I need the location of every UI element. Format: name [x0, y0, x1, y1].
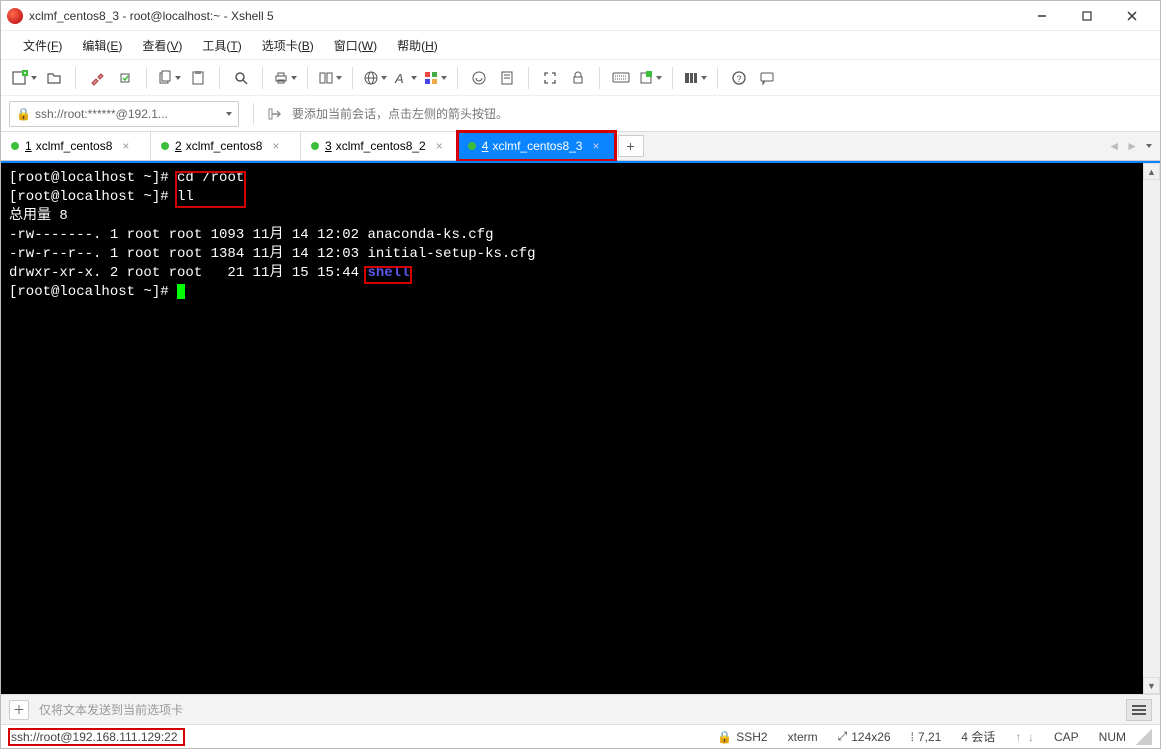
menu-编辑[interactable]: 编辑(E) [72, 33, 132, 58]
layout-button[interactable] [681, 65, 709, 91]
tab-number: 2 [175, 139, 182, 153]
statusbar: ssh://root@192.168.111.129:22 🔒SSH2 xter… [1, 724, 1160, 748]
address-bar-row: 🔒 ssh://root:******@192.1... 要添加当前会话，点击左… [1, 95, 1160, 131]
properties-button[interactable] [84, 65, 110, 91]
status-size: ⤢124x26 [828, 729, 901, 744]
compose-menu-button[interactable] [1126, 699, 1152, 721]
menu-工具[interactable]: 工具(T) [192, 33, 251, 58]
lock-icon: 🔒 [16, 107, 31, 121]
status-up-down: ↑ ↓ [1005, 730, 1044, 744]
tab-scroll-right-icon[interactable]: ► [1126, 139, 1138, 153]
terminal[interactable]: [root@localhost ~]# cd /root [root@local… [1, 163, 1143, 694]
status-sessions: 4 会话 [951, 728, 1005, 745]
log-button[interactable] [494, 65, 520, 91]
address-url-text: ssh://root:******@192.1... [35, 107, 168, 121]
status-dot-icon [11, 142, 19, 150]
scroll-up-icon[interactable]: ▲ [1143, 163, 1160, 180]
status-protocol: 🔒SSH2 [707, 730, 777, 744]
feedback-button[interactable] [754, 65, 780, 91]
menu-查看[interactable]: 查看(V) [132, 33, 192, 58]
maximize-button[interactable] [1064, 2, 1109, 30]
paste-button[interactable] [185, 65, 211, 91]
tab-close-icon[interactable]: × [272, 139, 279, 153]
tab-scroll-arrows: ◄ ► [1100, 132, 1160, 160]
tab-close-icon[interactable]: × [436, 139, 443, 153]
script-button[interactable] [466, 65, 492, 91]
tab-number: 1 [25, 139, 32, 153]
status-dot-icon [311, 142, 319, 150]
transfer-button[interactable] [636, 65, 664, 91]
address-input[interactable]: 🔒 ssh://root:******@192.1... [9, 101, 239, 127]
tab-label: xclmf_centos8 [36, 139, 113, 153]
status-dot-icon [468, 142, 476, 150]
terminal-wrap: [root@localhost ~]# cd /root [root@local… [1, 161, 1160, 694]
tab-xclmf_centos8_2[interactable]: 3 xclmf_centos8_2 × [301, 132, 458, 160]
status-term: xterm [778, 730, 828, 744]
resize-grip[interactable] [1136, 729, 1152, 745]
scroll-down-icon[interactable]: ▼ [1143, 677, 1160, 694]
session-tabs: 1 xclmf_centos8 × 2 xclmf_centos8 × 3 xclmf_cen… [1, 131, 1160, 161]
tab-menu-icon[interactable] [1146, 144, 1152, 148]
tab-add-button[interactable]: + [618, 135, 644, 157]
main-toolbar: A ? [1, 59, 1160, 95]
tab-xclmf_centos8[interactable]: 2 xclmf_centos8 × [151, 132, 301, 160]
hint-row: 要添加当前会话，点击左侧的箭头按钮。 [268, 105, 508, 122]
terminal-scrollbar[interactable]: ▲ ▼ [1143, 163, 1160, 694]
encoding-button[interactable] [361, 65, 389, 91]
menubar: 文件(F)编辑(E)查看(V)工具(T)选项卡(B)窗口(W)帮助(H) [1, 31, 1160, 59]
address-dropdown-icon[interactable] [226, 112, 232, 116]
resize-icon: ⤢ [838, 729, 848, 744]
reconnect-button[interactable] [112, 65, 138, 91]
compose-input[interactable]: 仅将文本发送到当前选项卡 [35, 699, 1126, 720]
lock-button[interactable] [565, 65, 591, 91]
fullscreen-button[interactable] [537, 65, 563, 91]
tab-close-icon[interactable]: × [122, 139, 129, 153]
sessions-panel-button[interactable] [316, 65, 344, 91]
status-cursor: ⁞7,21 [901, 730, 952, 744]
app-icon [7, 8, 23, 24]
copy-button[interactable] [155, 65, 183, 91]
tab-label: xclmf_centos8_3 [492, 139, 582, 153]
menu-窗口[interactable]: 窗口(W) [324, 33, 387, 58]
new-session-button[interactable] [9, 65, 39, 91]
tab-number: 4 [482, 139, 489, 153]
hint-arrow-icon [268, 106, 286, 122]
cursor-icon: ⁞ [911, 730, 914, 744]
svg-text:?: ? [737, 74, 742, 84]
window-title: xclmf_centos8_3 - root@localhost:~ - Xsh… [29, 9, 1019, 23]
status-num: NUM [1089, 730, 1136, 744]
print-button[interactable] [271, 65, 299, 91]
minimize-button[interactable] [1019, 2, 1064, 30]
help-button[interactable]: ? [726, 65, 752, 91]
status-dot-icon [161, 142, 169, 150]
svg-text:A: A [394, 71, 404, 86]
color-button[interactable] [421, 65, 449, 91]
titlebar: xclmf_centos8_3 - root@localhost:~ - Xsh… [1, 1, 1160, 31]
tab-xclmf_centos8_3[interactable]: 4xclmf_centos8_3 × [458, 132, 615, 160]
menu-文件[interactable]: 文件(F) [13, 33, 72, 58]
menu-选项卡[interactable]: 选项卡(B) [252, 33, 324, 58]
find-button[interactable] [228, 65, 254, 91]
status-connection: ssh://root@192.168.111.129:22 [9, 729, 184, 745]
hint-text: 要添加当前会话，点击左侧的箭头按钮。 [292, 105, 508, 122]
compose-add-button[interactable]: ＋ [9, 700, 29, 720]
lock-small-icon: 🔒 [717, 730, 732, 744]
compose-row: ＋ 仅将文本发送到当前选项卡 [1, 694, 1160, 724]
tab-label: xclmf_centos8_2 [336, 139, 426, 153]
tab-close-icon[interactable]: × [592, 139, 599, 153]
close-button[interactable] [1109, 2, 1154, 30]
tab-label: xclmf_centos8 [186, 139, 263, 153]
tab-scroll-left-icon[interactable]: ◄ [1108, 139, 1120, 153]
open-button[interactable] [41, 65, 67, 91]
status-caps: CAP [1044, 730, 1089, 744]
tab-xclmf_centos8[interactable]: 1 xclmf_centos8 × [1, 132, 151, 160]
font-button[interactable]: A [391, 65, 419, 91]
tab-number: 3 [325, 139, 332, 153]
menu-帮助[interactable]: 帮助(H) [387, 33, 448, 58]
keyboard-button[interactable] [608, 65, 634, 91]
